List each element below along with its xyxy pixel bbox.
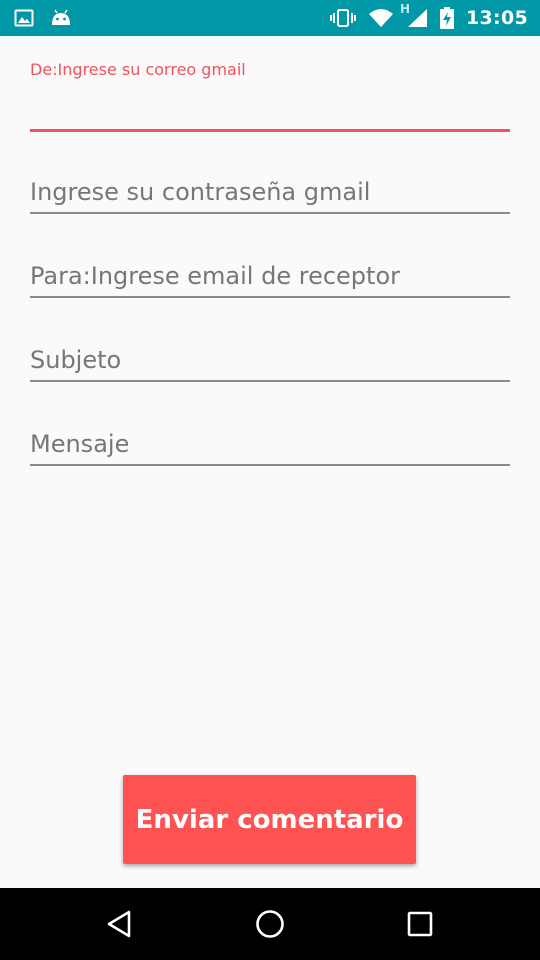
wifi-icon — [368, 8, 394, 28]
message-input[interactable] — [30, 424, 510, 464]
password-field — [30, 172, 510, 214]
recents-icon — [407, 911, 433, 937]
navigation-bar — [0, 888, 540, 960]
android-icon — [50, 8, 72, 28]
home-button[interactable] — [252, 906, 288, 942]
battery-charging-icon — [440, 7, 455, 29]
message-underline — [30, 464, 510, 466]
from-email-input[interactable] — [30, 83, 510, 129]
network-type-label: H — [400, 2, 411, 16]
recents-button[interactable] — [402, 906, 438, 942]
status-time: 13:05 — [466, 7, 528, 29]
from-email-underline — [30, 129, 510, 132]
subject-input[interactable] — [30, 340, 510, 380]
image-icon — [14, 8, 34, 28]
back-icon — [107, 910, 131, 938]
status-bar: H 13:05 — [0, 0, 540, 36]
send-comment-button[interactable]: Enviar comentario — [123, 775, 416, 864]
to-email-field — [30, 256, 510, 298]
password-input[interactable] — [30, 172, 510, 212]
home-icon — [256, 910, 284, 938]
password-underline — [30, 212, 510, 214]
from-email-field: De:Ingrese su correo gmail — [30, 60, 510, 132]
from-email-label: De:Ingrese su correo gmail — [30, 60, 246, 79]
subject-field — [30, 340, 510, 382]
message-field — [30, 424, 510, 466]
screen: H 13:05 De:Ingrese su correo gmail Ingre… — [0, 0, 540, 960]
vibrate-icon — [330, 8, 357, 28]
signal-icon: H — [400, 2, 428, 28]
subject-underline — [30, 380, 510, 382]
to-email-underline — [30, 296, 510, 298]
to-email-input[interactable] — [30, 256, 510, 296]
back-button[interactable] — [102, 906, 138, 942]
